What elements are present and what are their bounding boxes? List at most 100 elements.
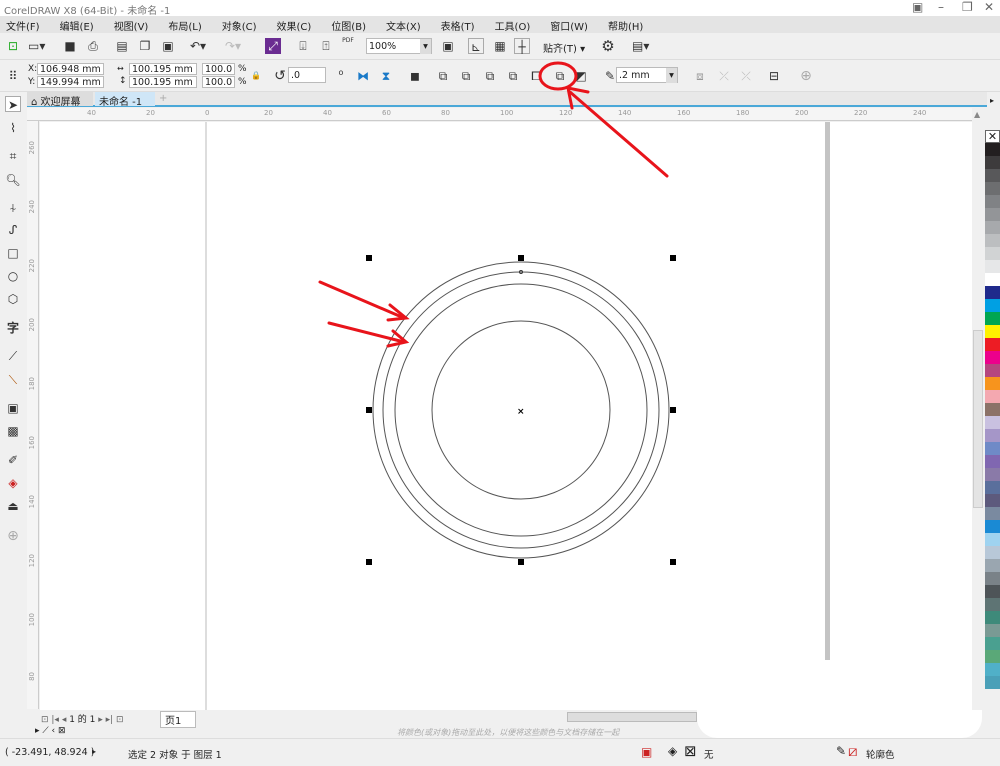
connector-tool-icon[interactable]: ⟍ [5, 372, 21, 388]
color-swatch[interactable] [985, 403, 1000, 416]
disconnect-icon[interactable]: ⤫ [716, 68, 732, 84]
eyedropper-icon[interactable]: ✐ [5, 452, 21, 468]
pick-tool-icon[interactable]: ➤ [5, 96, 21, 112]
align-distribute-icon[interactable]: ⊟ [766, 68, 782, 84]
menu-layout[interactable]: 布局(L) [162, 16, 208, 33]
account-icon[interactable]: ▣ [912, 0, 923, 14]
redo-icon[interactable]: ↷▾ [225, 38, 241, 54]
menu-window[interactable]: 窗口(W) [544, 16, 595, 33]
color-swatch[interactable] [985, 273, 1000, 286]
mirror-vertical-icon[interactable]: ⧗ [378, 68, 394, 84]
color-proof-icon[interactable]: ▣ [641, 745, 652, 759]
color-swatch[interactable] [985, 676, 1000, 689]
open-icon[interactable]: ▭▾ [28, 38, 45, 54]
rulers-icon[interactable]: ⊾ [468, 38, 484, 54]
full-screen-icon[interactable]: ▣ [440, 38, 456, 54]
mirror-horizontal-icon[interactable]: ⧓ [355, 68, 371, 84]
color-swatch[interactable] [985, 559, 1000, 572]
color-swatch[interactable] [985, 507, 1000, 520]
object-origin-icon[interactable]: ⠿ [5, 68, 21, 84]
color-swatch[interactable] [985, 143, 1000, 156]
transparency-icon[interactable]: ▩ [5, 423, 21, 439]
new-tab-button[interactable]: + [155, 92, 171, 106]
color-swatch[interactable] [985, 390, 1000, 403]
vertical-scrollbar[interactable] [973, 330, 983, 508]
zoom-tool-icon[interactable]: 🔍︎ [5, 172, 21, 188]
search-content-icon[interactable]: ⤢ [265, 38, 281, 54]
parallel-dimension-icon[interactable]: ⟋ [5, 348, 21, 364]
copy-icon[interactable]: ❐ [137, 38, 153, 54]
color-swatch[interactable] [985, 299, 1000, 312]
create-boundary-icon[interactable]: ◩ [573, 68, 589, 84]
expand-icon[interactable]: ▸ [92, 747, 96, 756]
color-swatch[interactable] [985, 377, 1000, 390]
color-swatch[interactable] [985, 351, 1000, 364]
color-swatch[interactable] [985, 520, 1000, 533]
color-swatch[interactable] [985, 156, 1000, 169]
color-swatch[interactable] [985, 312, 1000, 325]
horizontal-scrollbar[interactable] [567, 712, 697, 722]
chevron-down-icon[interactable]: ▾ [420, 39, 431, 54]
no-color-swatch[interactable]: ✕ [985, 130, 1000, 143]
color-swatch[interactable] [985, 182, 1000, 195]
close-button[interactable]: ✕ [984, 0, 994, 14]
color-swatch[interactable] [985, 611, 1000, 624]
combine-icon[interactable]: ◼ [407, 68, 423, 84]
palette-tools-icon[interactable]: ▸ ⟋ ‹ ⊠ [35, 726, 66, 736]
menu-help[interactable]: 帮助(H) [602, 16, 650, 33]
color-swatch[interactable] [985, 650, 1000, 663]
menu-file[interactable]: 文件(F) [0, 16, 47, 33]
weld-icon[interactable]: ⧉ [435, 68, 451, 84]
save-icon[interactable]: ■ [62, 38, 78, 54]
menu-view[interactable]: 视图(V) [108, 16, 156, 33]
color-swatch[interactable] [985, 455, 1000, 468]
color-swatch[interactable] [985, 624, 1000, 637]
tab-welcome-screen[interactable]: ⌂ 欢迎屏幕 [27, 92, 93, 108]
publish-pdf-icon[interactable]: PDF [340, 37, 356, 53]
color-swatch[interactable] [985, 585, 1000, 598]
docker-expand-icon[interactable]: ▸ [990, 96, 994, 105]
chevron-down-icon[interactable]: ▾ [666, 68, 677, 83]
color-swatch[interactable] [985, 364, 1000, 377]
new-document-icon[interactable]: ⊡ [5, 38, 21, 54]
color-swatch[interactable] [985, 468, 1000, 481]
minimize-button[interactable]: – [938, 0, 944, 14]
crop-tool-icon[interactable]: ⌗ [5, 148, 21, 164]
ellipse-tool-icon[interactable]: ○ [5, 268, 21, 284]
color-swatch[interactable] [985, 247, 1000, 260]
rotation-angle-input[interactable]: .0 [288, 67, 326, 83]
color-swatch[interactable] [985, 598, 1000, 611]
scroll-up-icon[interactable]: ▲ [974, 110, 980, 119]
color-swatch[interactable] [985, 221, 1000, 234]
trim-icon[interactable]: ⧉ [458, 68, 474, 84]
options-gear-icon[interactable]: ⚙ [600, 38, 616, 54]
intersect-icon[interactable]: ⧉ [482, 68, 498, 84]
break-apart-icon[interactable]: ⧈ [692, 68, 708, 84]
menu-text[interactable]: 文本(X) [380, 16, 428, 33]
color-swatch[interactable] [985, 234, 1000, 247]
color-swatch[interactable] [985, 286, 1000, 299]
menu-tools[interactable]: 工具(O) [489, 16, 538, 33]
color-swatch[interactable] [985, 637, 1000, 650]
color-swatch[interactable] [985, 494, 1000, 507]
color-swatch[interactable] [985, 208, 1000, 221]
lock-ratio-icon[interactable]: 🔒 [248, 68, 264, 84]
import-icon[interactable]: ⍗ [295, 38, 311, 54]
page-nav-controls[interactable]: ⊡ |◂ ◂ 1 的 1 ▸ ▸| ⊡ [41, 712, 124, 725]
simplify-icon[interactable]: ⧉ [505, 68, 521, 84]
color-swatch[interactable] [985, 442, 1000, 455]
page-tab-1[interactable]: 页1 [160, 711, 197, 728]
color-swatch[interactable] [985, 663, 1000, 676]
tab-document[interactable]: 未命名 -1 [95, 92, 155, 108]
scale-y-input[interactable]: 100.0 [202, 76, 235, 88]
outline-color-swatch[interactable]: ⧄ [848, 742, 858, 760]
height-input[interactable]: 100.195 mm [129, 76, 197, 88]
snap-to-dropdown[interactable]: 贴齐(T) ▾ [543, 40, 585, 55]
color-swatch[interactable] [985, 546, 1000, 559]
text-tool-icon[interactable]: 字 [5, 320, 21, 336]
print-icon[interactable]: ⎙ [85, 38, 101, 54]
color-swatch[interactable] [985, 429, 1000, 442]
menu-bitmaps[interactable]: 位图(B) [325, 16, 373, 33]
menu-table[interactable]: 表格(T) [435, 16, 482, 33]
color-swatch[interactable] [985, 533, 1000, 546]
